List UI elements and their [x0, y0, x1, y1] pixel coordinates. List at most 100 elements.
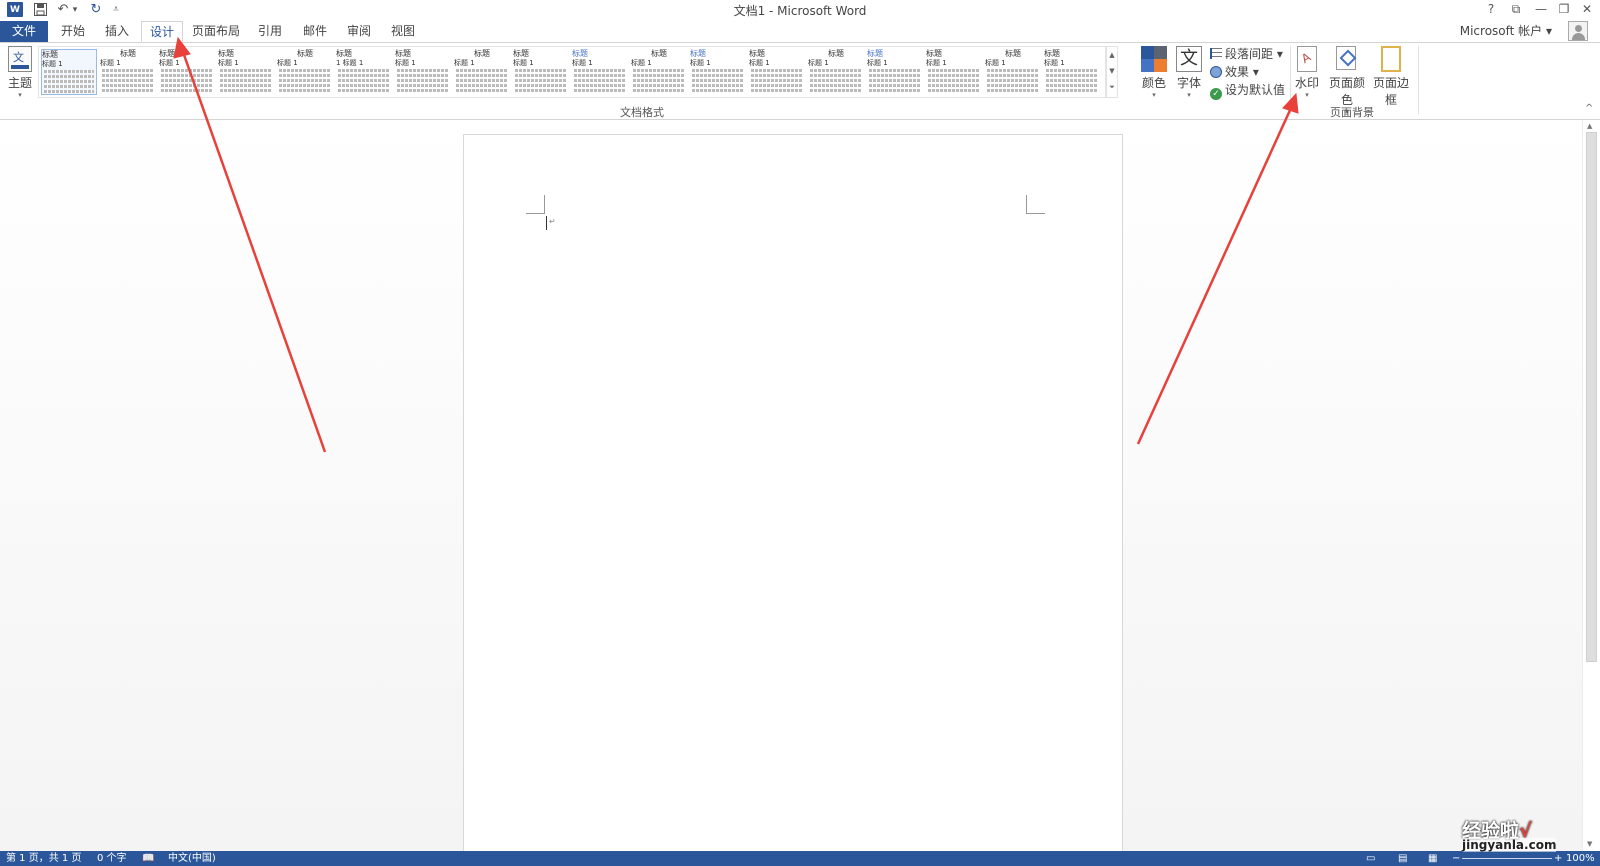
paragraph-spacing-icon	[1210, 48, 1222, 59]
group-separator	[1418, 46, 1419, 114]
style-set-gallery: 标题 标题 1 标题 标题 1 标题 标题 1 标题 标题 1 标题 标题 1 标题 1 标题 1 标题…	[38, 46, 1106, 98]
tab-home[interactable]: 开始	[53, 21, 93, 42]
style-set-heading: 标题	[159, 49, 175, 58]
tab-references[interactable]: 引用	[250, 21, 290, 42]
proofing-icon[interactable]: 📖	[142, 851, 154, 866]
style-set-subheading: 1 标题 1	[336, 59, 364, 67]
tab-mailings[interactable]: 邮件	[295, 21, 335, 42]
style-set-subheading: 标题 1	[218, 59, 239, 67]
effects-icon	[1210, 66, 1222, 78]
themes-label: 主题	[7, 76, 32, 90]
effects-button[interactable]: 效果 ▾	[1210, 64, 1259, 81]
zoom-in-icon[interactable]: +	[1554, 851, 1562, 866]
paragraph-spacing-button[interactable]: 段落间距 ▾	[1210, 46, 1283, 63]
scroll-up-icon[interactable]: ▲	[1587, 122, 1592, 130]
close-icon[interactable]: ✕	[1576, 1, 1598, 17]
style-set-thumbnail[interactable]: 标题 标题 1	[513, 49, 569, 95]
style-set-thumbnail[interactable]: 标题 标题 1	[159, 49, 215, 95]
page-borders-label: 页面边框	[1372, 76, 1409, 107]
page-borders-icon	[1381, 46, 1401, 72]
group-label-page-background: 页面背景	[1330, 106, 1374, 119]
group-separator	[1290, 46, 1291, 114]
style-set-heading: 标题	[42, 50, 58, 59]
style-set-thumbnail[interactable]: 标题 标题 1	[454, 49, 510, 95]
paragraph-mark-icon: ↵	[549, 217, 556, 226]
style-set-subheading: 标题 1	[395, 59, 416, 67]
style-set-heading: 标题	[926, 49, 942, 58]
watermark-label: 水印	[1294, 76, 1319, 90]
style-set-heading: 标题	[120, 49, 136, 58]
style-set-thumbnail[interactable]: 标题 标题 1	[395, 49, 451, 95]
document-page[interactable]: ↵	[463, 134, 1123, 866]
crop-mark-top-left	[544, 195, 545, 213]
style-set-thumbnail[interactable]: 标题 标题 1	[100, 49, 156, 95]
scrollbar-thumb[interactable]	[1586, 132, 1597, 662]
ribbon-display-options-icon[interactable]: ⧉	[1505, 1, 1527, 17]
account-menu[interactable]: Microsoft 帐户 ▾	[1460, 22, 1552, 39]
crop-mark-top-right	[1026, 213, 1045, 214]
style-set-heading: 标题	[395, 49, 411, 58]
tab-review[interactable]: 审阅	[339, 21, 379, 42]
style-set-thumbnail[interactable]: 标题 1 标题 1	[336, 49, 392, 95]
vertical-scrollbar[interactable]: ▲ ▼	[1582, 120, 1600, 851]
collapse-ribbon-icon[interactable]: ^	[1585, 103, 1593, 114]
style-set-thumbnail[interactable]: 标题 标题 1	[631, 49, 687, 95]
themes-button[interactable]: 文 主题 ▾	[6, 46, 34, 99]
print-layout-icon[interactable]: ▤	[1398, 851, 1407, 866]
style-set-subheading: 标题 1	[159, 59, 180, 67]
style-set-subheading: 标题 1	[42, 60, 63, 68]
scroll-down-icon[interactable]: ▼	[1587, 840, 1592, 848]
style-set-heading: 标题	[651, 49, 667, 58]
style-set-heading: 标题	[513, 49, 529, 58]
tab-file[interactable]: 文件	[0, 21, 48, 42]
style-set-heading: 标题	[690, 49, 706, 58]
style-set-thumbnail[interactable]: 标题 标题 1	[749, 49, 805, 95]
style-set-subheading: 标题 1	[867, 59, 888, 67]
style-set-thumbnail[interactable]: 标题 标题 1	[572, 49, 628, 95]
page-borders-button[interactable]: 页面边框	[1370, 46, 1412, 108]
text-cursor	[546, 216, 547, 230]
style-set-subheading: 标题 1	[631, 59, 652, 67]
zoom-level[interactable]: 100%	[1566, 851, 1595, 866]
style-set-thumbnail[interactable]: 标题 标题 1	[926, 49, 982, 95]
tab-page-layout[interactable]: 页面布局	[188, 21, 244, 42]
gallery-scroll[interactable]: ▲ ▼ ⏷	[1106, 46, 1118, 98]
style-set-thumbnail[interactable]: 标题 标题 1	[277, 49, 333, 95]
colors-button[interactable]: 颜色 ▾	[1138, 46, 1170, 99]
style-set-heading: 标题	[828, 49, 844, 58]
style-set-subheading: 标题 1	[1044, 59, 1065, 67]
status-bar: 第 1 页，共 1 页 0 个字 📖 中文(中国) ▭ ▤ ▦ − + 100%	[0, 851, 1600, 866]
avatar[interactable]	[1568, 21, 1588, 41]
zoom-out-icon[interactable]: −	[1452, 851, 1460, 866]
web-layout-icon[interactable]: ▦	[1428, 851, 1437, 866]
tab-insert[interactable]: 插入	[97, 21, 137, 42]
style-set-thumbnail[interactable]: 标题 标题 1	[985, 49, 1041, 95]
word-count[interactable]: 0 个字	[97, 851, 127, 866]
style-set-thumbnail[interactable]: 标题 标题 1	[1044, 49, 1100, 95]
language[interactable]: 中文(中国)	[168, 851, 216, 866]
read-mode-icon[interactable]: ▭	[1366, 851, 1375, 866]
set-as-default-button[interactable]: ✓ 设为默认值	[1210, 82, 1285, 100]
tab-view[interactable]: 视图	[383, 21, 423, 42]
style-set-thumbnail[interactable]: 标题 标题 1	[808, 49, 864, 95]
style-set-subheading: 标题 1	[513, 59, 534, 67]
maximize-icon[interactable]: ❐	[1553, 1, 1575, 17]
style-set-thumbnail[interactable]: 标题 标题 1	[690, 49, 746, 95]
style-set-thumbnail[interactable]: 标题 标题 1	[41, 49, 97, 95]
style-set-heading: 标题	[474, 49, 490, 58]
colors-icon	[1141, 46, 1167, 72]
style-set-thumbnail[interactable]: 标题 标题 1	[218, 49, 274, 95]
page-count[interactable]: 第 1 页，共 1 页	[6, 851, 81, 866]
page-color-label: 页面颜色	[1328, 76, 1365, 107]
style-set-heading: 标题	[1005, 49, 1021, 58]
minimize-icon[interactable]: —	[1530, 1, 1552, 17]
watermark-button[interactable]: A 水印 ▾	[1292, 46, 1322, 99]
tab-design[interactable]: 设计	[141, 21, 183, 42]
zoom-slider[interactable]	[1462, 858, 1552, 859]
style-set-subheading: 标题 1	[926, 59, 947, 67]
help-icon[interactable]: ?	[1480, 1, 1502, 17]
style-set-thumbnail[interactable]: 标题 标题 1	[867, 49, 923, 95]
fonts-button[interactable]: 文 字体 ▾	[1173, 46, 1205, 99]
fonts-label: 字体	[1176, 76, 1201, 90]
page-color-icon	[1336, 46, 1358, 72]
